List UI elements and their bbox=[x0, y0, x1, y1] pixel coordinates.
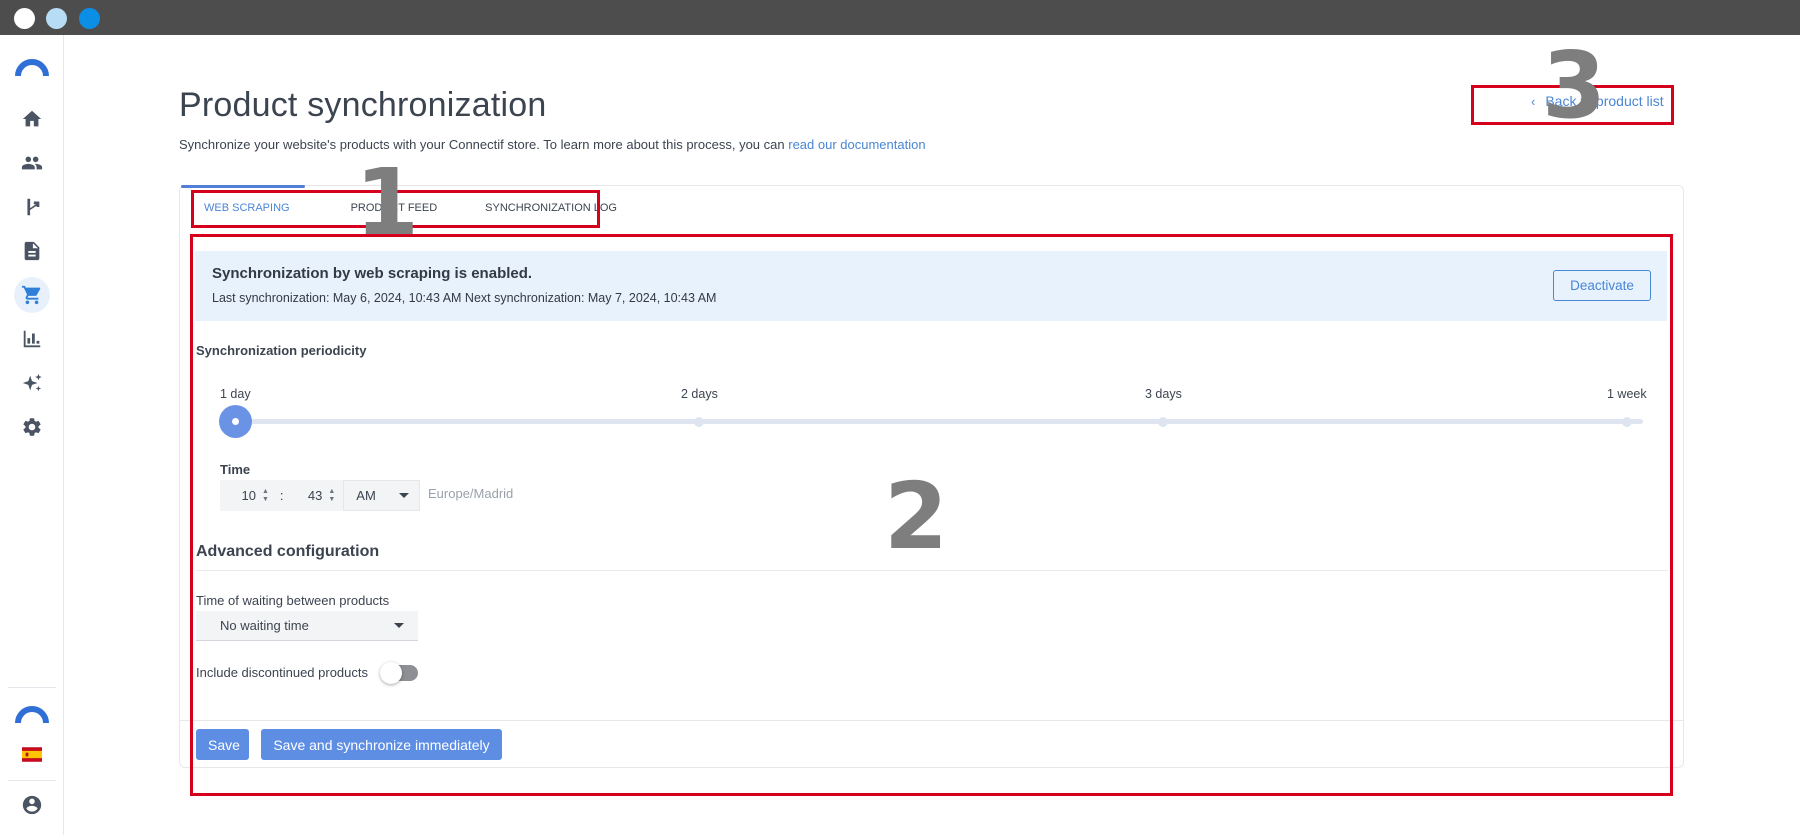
document-icon bbox=[24, 241, 40, 261]
annotation-number-2: 2 bbox=[884, 463, 949, 570]
cart-icon bbox=[21, 285, 41, 305]
sidebar-item-reports[interactable] bbox=[14, 321, 50, 357]
sidebar-item-home[interactable] bbox=[14, 101, 50, 137]
chart-icon bbox=[23, 330, 41, 348]
sidebar-item-contacts[interactable] bbox=[14, 145, 50, 181]
documentation-link[interactable]: read our documentation bbox=[788, 137, 925, 152]
sidebar-item-store[interactable] bbox=[14, 277, 50, 313]
brand-logo-icon[interactable] bbox=[14, 49, 50, 85]
people-icon bbox=[21, 156, 43, 170]
sidebar-divider bbox=[8, 780, 56, 781]
close-window-button[interactable] bbox=[14, 8, 35, 29]
gear-icon bbox=[23, 418, 41, 436]
sidebar-item-content[interactable] bbox=[14, 233, 50, 269]
page-subtitle: Synchronize your website's products with… bbox=[179, 137, 926, 152]
sparkle-icon bbox=[22, 373, 42, 392]
sidebar-item-settings[interactable] bbox=[14, 409, 50, 445]
annotation-number-1: 1 bbox=[355, 149, 420, 256]
flow-icon bbox=[27, 198, 40, 216]
page-subtitle-text: Synchronize your website's products with… bbox=[179, 137, 785, 152]
brand-logo-icon[interactable] bbox=[14, 696, 50, 732]
home-icon bbox=[22, 110, 42, 127]
maximize-window-button[interactable] bbox=[79, 8, 100, 29]
minimize-window-button[interactable] bbox=[46, 8, 67, 29]
sidebar-item-workflows[interactable] bbox=[14, 189, 50, 225]
user-avatar-icon[interactable] bbox=[14, 787, 50, 823]
page-title: Product synchronization bbox=[179, 86, 547, 124]
annotation-number-3: 3 bbox=[1542, 32, 1607, 139]
sidebar-item-ai[interactable] bbox=[14, 365, 50, 401]
sidebar bbox=[0, 35, 64, 835]
spain-flag-icon[interactable] bbox=[14, 736, 50, 772]
window-titlebar bbox=[0, 0, 1800, 35]
sidebar-divider bbox=[8, 687, 56, 688]
active-tab-indicator bbox=[181, 185, 305, 188]
